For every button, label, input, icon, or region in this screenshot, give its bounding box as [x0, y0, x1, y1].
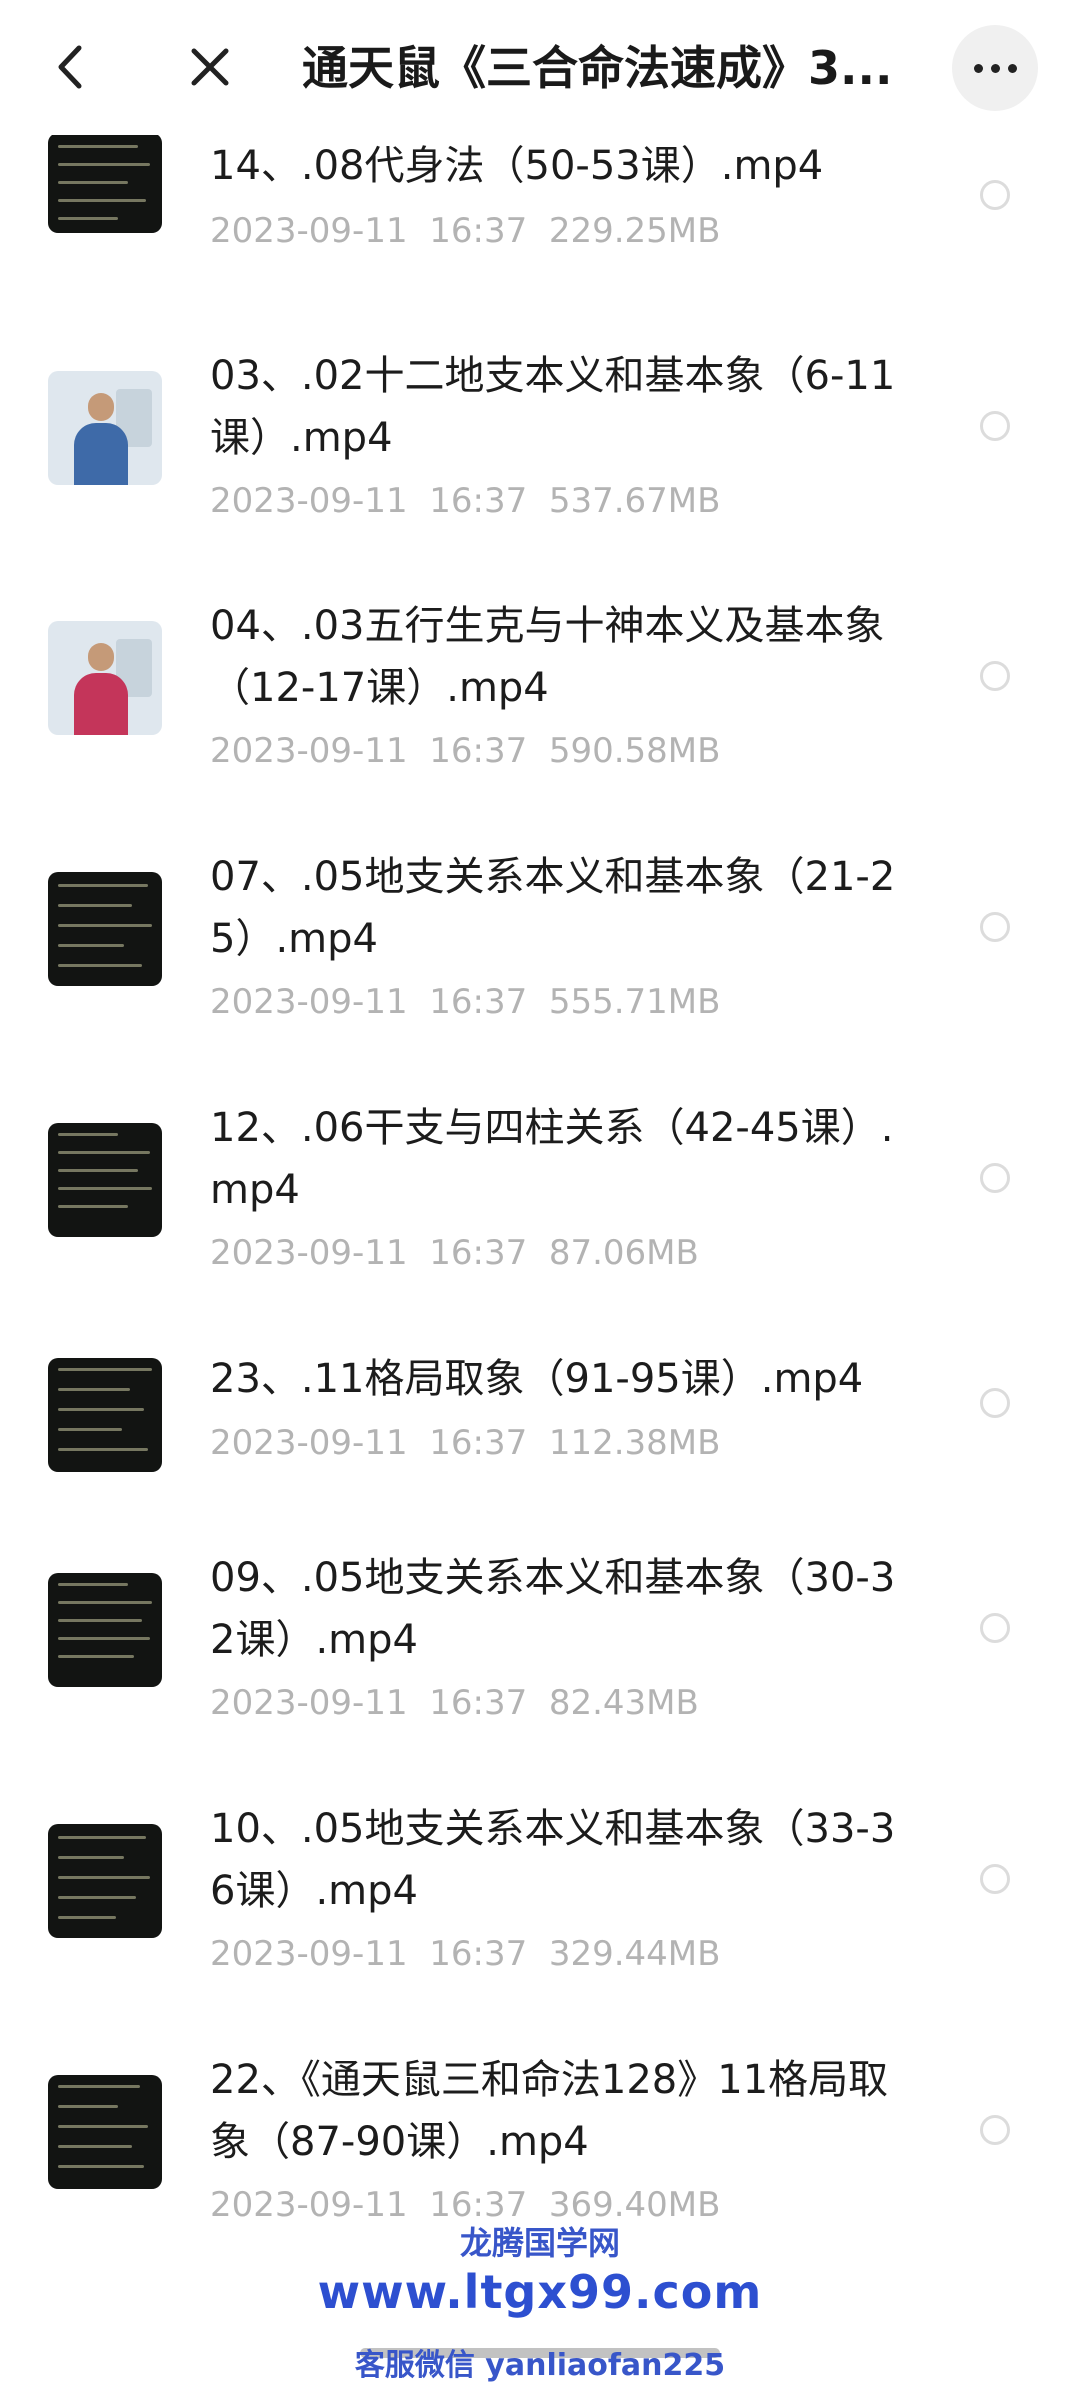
video-thumbnail — [48, 135, 162, 233]
file-meta: 2023-09-11 16:37 329.44MB — [210, 1934, 721, 1974]
list-item[interactable]: 03、.02十二地支本义和基本象（6-11课）.mp4 2023-09-11 1… — [0, 345, 1080, 545]
select-radio[interactable] — [980, 411, 1010, 441]
video-thumbnail — [48, 1824, 162, 1938]
back-button[interactable] — [40, 30, 100, 104]
list-item[interactable]: 12、.06干支与四柱关系（42-45课）.mp4 2023-09-11 16:… — [0, 1097, 1080, 1297]
file-list: 14、.08代身法（50-53课）.mp4 2023-09-11 16:37 2… — [0, 135, 1080, 2387]
top-bar: 通天鼠《三合命法速成》3... — [0, 0, 1080, 135]
file-meta: 2023-09-11 16:37 537.67MB — [210, 481, 721, 521]
file-meta: 2023-09-11 16:37 590.58MB — [210, 731, 721, 771]
video-thumbnail — [48, 1123, 162, 1237]
file-meta: 2023-09-11 16:37 82.43MB — [210, 1683, 699, 1723]
file-name: 07、.05地支关系本义和基本象（21-25）.mp4 — [210, 854, 896, 962]
file-meta: 2023-09-11 16:37 87.06MB — [210, 1233, 699, 1273]
more-button[interactable] — [952, 25, 1038, 111]
file-meta: 2023-09-11 16:37 112.38MB — [210, 1423, 721, 1463]
select-radio[interactable] — [980, 912, 1010, 942]
chevron-left-icon — [58, 45, 82, 89]
file-name: 22、《通天鼠三和命法128》11格局取象（87-90课）.mp4 — [210, 2057, 889, 2165]
more-horizontal-icon — [1007, 63, 1017, 73]
list-item[interactable]: 10、.05地支关系本义和基本象（33-36课）.mp4 2023-09-11 … — [0, 1798, 1080, 1998]
list-item[interactable]: 09、.05地支关系本义和基本象（30-32课）.mp4 2023-09-11 … — [0, 1547, 1080, 1747]
watermark-contact: 客服微信 yanliaofan225 — [354, 2348, 726, 2383]
select-radio[interactable] — [980, 1613, 1010, 1643]
more-horizontal-icon — [990, 63, 1000, 73]
select-radio[interactable] — [980, 2115, 1010, 2145]
list-item[interactable]: 23、.11格局取象（91-95课）.mp4 2023-09-11 16:37 … — [0, 1348, 1080, 1498]
list-item[interactable]: 04、.03五行生克与十神本义及基本象（12-17课）.mp4 2023-09-… — [0, 595, 1080, 795]
select-radio[interactable] — [980, 180, 1010, 210]
watermark-url: www.ltgx99.com — [317, 2265, 763, 2319]
video-thumbnail — [48, 2075, 162, 2189]
video-thumbnail — [48, 1573, 162, 1687]
watermark-site-name: 龙腾国学网 — [459, 2224, 620, 2262]
close-icon — [191, 48, 229, 86]
video-thumbnail — [48, 1358, 162, 1472]
list-item[interactable]: 07、.05地支关系本义和基本象（21-25）.mp4 2023-09-11 1… — [0, 846, 1080, 1046]
file-name: 03、.02十二地支本义和基本象（6-11课）.mp4 — [210, 353, 896, 461]
file-name: 12、.06干支与四柱关系（42-45课）.mp4 — [210, 1105, 894, 1213]
file-name: 09、.05地支关系本义和基本象（30-32课）.mp4 — [210, 1555, 896, 1663]
select-radio[interactable] — [980, 1864, 1010, 1894]
video-thumbnail — [48, 621, 162, 735]
more-horizontal-icon — [973, 63, 983, 73]
file-name: 10、.05地支关系本义和基本象（33-36课）.mp4 — [210, 1806, 896, 1914]
file-meta: 2023-09-11 16:37 555.71MB — [210, 982, 721, 1022]
video-thumbnail — [48, 872, 162, 986]
file-name: 04、.03五行生克与十神本义及基本象（12-17课）.mp4 — [210, 603, 885, 711]
file-meta: 2023-09-11 16:37 229.25MB — [210, 211, 721, 251]
file-name: 14、.08代身法（50-53课）.mp4 — [210, 143, 824, 189]
file-name: 23、.11格局取象（91-95课）.mp4 — [210, 1356, 864, 1402]
video-thumbnail — [48, 371, 162, 485]
list-item[interactable]: 14、.08代身法（50-53课）.mp4 2023-09-11 16:37 2… — [0, 135, 1080, 310]
select-radio[interactable] — [980, 1388, 1010, 1418]
close-button[interactable] — [180, 30, 240, 104]
page-title: 通天鼠《三合命法速成》3... — [302, 41, 893, 95]
select-radio[interactable] — [980, 1163, 1010, 1193]
select-radio[interactable] — [980, 661, 1010, 691]
